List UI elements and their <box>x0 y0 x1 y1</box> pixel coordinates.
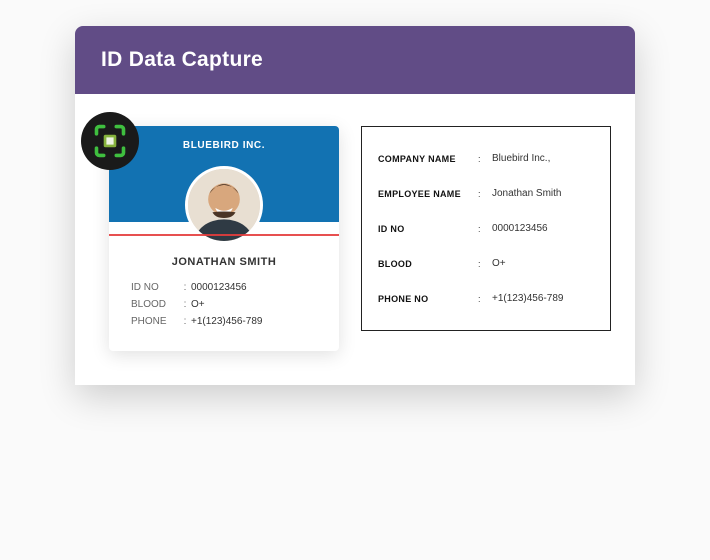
output-label-company: COMPANY NAME <box>378 154 478 164</box>
output-label-blood: BLOOD <box>378 259 478 269</box>
id-card-header: BLUEBIRD INC. <box>109 126 339 222</box>
extracted-data-panel: COMPANY NAME : Bluebird Inc., EMPLOYEE N… <box>361 126 611 331</box>
card-label-phone: PHONE <box>131 316 179 327</box>
card-row-id: ID NO : 0000123456 <box>131 282 317 293</box>
card-value-phone: +1(123)456-789 <box>191 316 317 327</box>
output-row-employee: EMPLOYEE NAME : Jonathan Smith <box>378 176 594 211</box>
output-value-blood: O+ <box>492 258 594 269</box>
output-row-phone: PHONE NO : +1(123)456-789 <box>378 281 594 316</box>
output-row-id: ID NO : 0000123456 <box>378 211 594 246</box>
output-value-company: Bluebird Inc., <box>492 153 594 164</box>
card-value-id: 0000123456 <box>191 282 317 293</box>
scan-line <box>109 234 339 236</box>
scan-icon <box>81 112 139 170</box>
output-label-phone: PHONE NO <box>378 294 478 304</box>
output-value-phone: +1(123)456-789 <box>492 293 594 304</box>
output-value-employee: Jonathan Smith <box>492 188 594 199</box>
company-name-on-card: BLUEBIRD INC. <box>109 126 339 151</box>
output-label-employee: EMPLOYEE NAME <box>378 189 478 199</box>
output-value-id: 0000123456 <box>492 223 594 234</box>
page-title: ID Data Capture <box>101 48 609 72</box>
app-window: ID Data Capture BLUEBIR <box>75 26 635 385</box>
card-row-blood: BLOOD : O+ <box>131 299 317 310</box>
output-row-company: COMPANY NAME : Bluebird Inc., <box>378 141 594 176</box>
card-value-blood: O+ <box>191 299 317 310</box>
card-label-id: ID NO <box>131 282 179 293</box>
card-row-phone: PHONE : +1(123)456-789 <box>131 316 317 327</box>
output-label-id: ID NO <box>378 224 478 234</box>
card-label-blood: BLOOD <box>131 299 179 310</box>
employee-name-on-card: JONATHAN SMITH <box>131 256 317 268</box>
id-card-container: BLUEBIRD INC. JONATHAN SM <box>109 126 339 351</box>
titlebar: ID Data Capture <box>75 26 635 94</box>
id-card: BLUEBIRD INC. JONATHAN SM <box>109 126 339 351</box>
content-area: BLUEBIRD INC. JONATHAN SM <box>75 94 635 385</box>
employee-avatar <box>185 166 263 244</box>
output-row-blood: BLOOD : O+ <box>378 246 594 281</box>
